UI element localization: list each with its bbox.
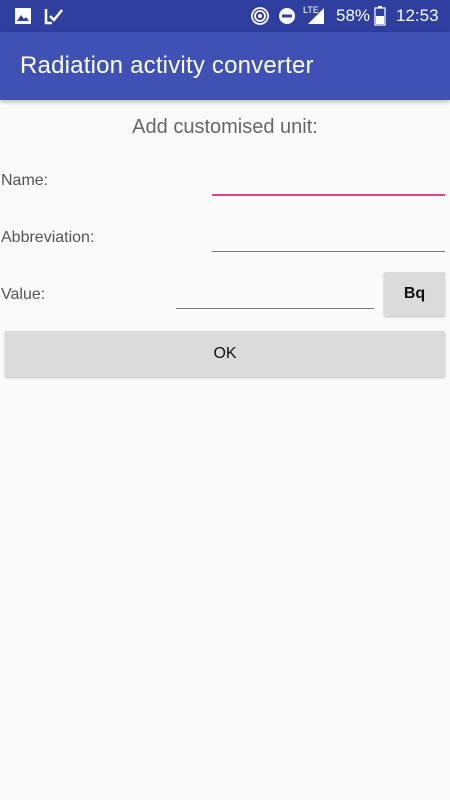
status-bar: LTE 58% 12:53 [0, 0, 450, 32]
image-icon [15, 8, 31, 24]
app-title: Radiation activity converter [20, 52, 314, 79]
form-heading: Add customised unit: [132, 116, 318, 138]
ok-button[interactable]: OK [5, 331, 445, 377]
check-icon [44, 9, 63, 25]
value-input[interactable] [176, 281, 374, 309]
battery-percentage: 58% [336, 6, 371, 25]
dnd-icon [279, 8, 295, 24]
name-input[interactable] [212, 168, 445, 196]
value-label: Value: [1, 286, 46, 303]
unit-select-button[interactable]: Bq [384, 272, 445, 316]
hotspot-icon [251, 7, 269, 25]
battery-icon [374, 6, 386, 26]
clock: 12:53 [396, 6, 439, 25]
main-content: Add customised unit: Name: Abbreviation:… [0, 100, 450, 800]
app-bar: Radiation activity converter [0, 32, 450, 100]
signal-icon [308, 8, 324, 24]
name-label: Name: [1, 172, 49, 189]
abbreviation-label: Abbreviation: [1, 229, 95, 246]
abbreviation-input[interactable] [212, 224, 445, 252]
